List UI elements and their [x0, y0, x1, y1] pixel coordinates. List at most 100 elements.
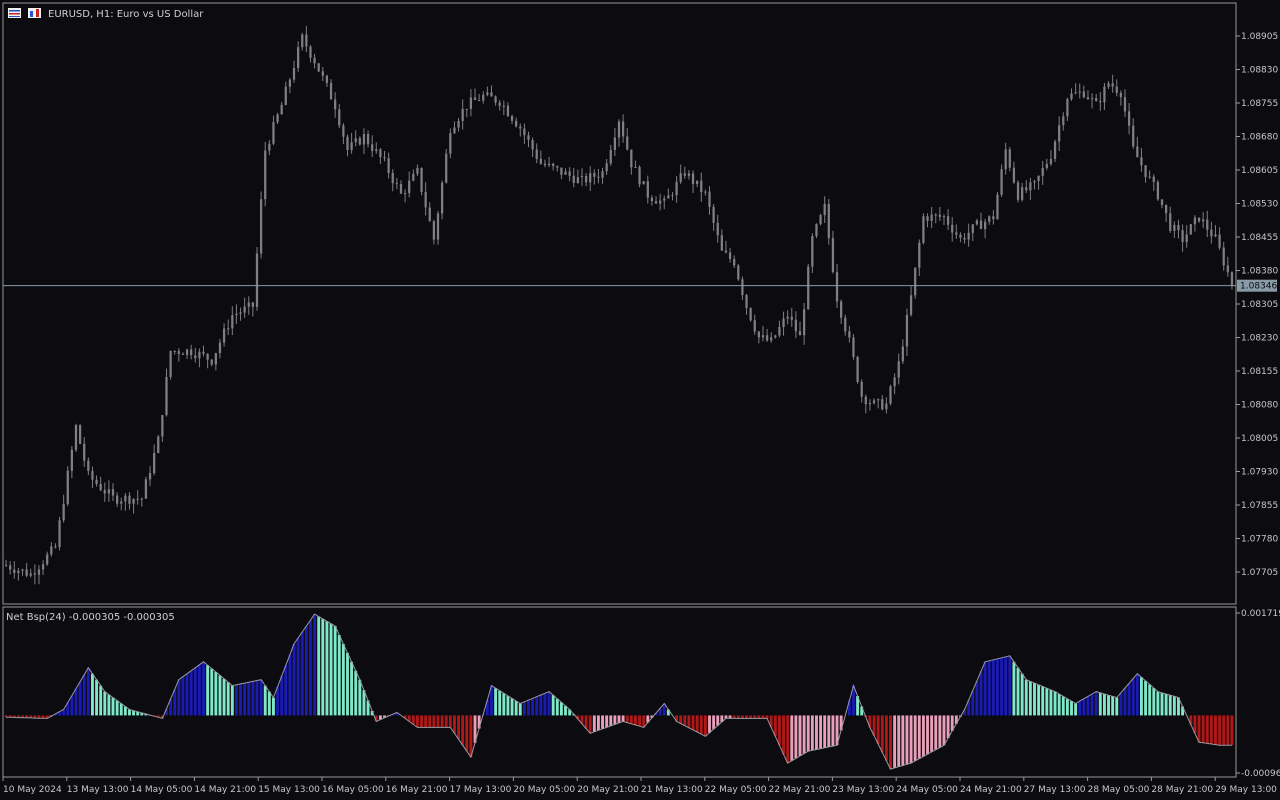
candle-body	[626, 136, 629, 150]
price-tick-label: 1.08680	[1241, 133, 1278, 143]
candle-body	[70, 449, 74, 471]
candle-body	[1086, 97, 1090, 99]
candle-body	[1210, 229, 1213, 237]
candle-body	[1062, 116, 1065, 126]
candle-body	[844, 317, 847, 332]
candle-body	[190, 349, 193, 356]
candle-body	[733, 258, 736, 266]
price-tick-label: 1.08230	[1241, 334, 1278, 344]
candle-body	[478, 99, 481, 101]
candle-body	[720, 235, 723, 251]
candle-body	[1181, 230, 1184, 242]
candle-body	[288, 79, 292, 87]
candle-body	[506, 105, 510, 117]
candle-body	[889, 386, 892, 404]
candle-body	[807, 266, 810, 310]
candle-body	[313, 57, 316, 64]
time-tick-label: 27 May 13:00	[1024, 785, 1086, 795]
candle-body	[292, 68, 296, 80]
candle-body	[25, 569, 28, 576]
candle-body	[774, 335, 777, 338]
candle-body	[128, 495, 131, 504]
time-tick-label: 28 May 05:00	[1088, 785, 1150, 795]
time-tick-label: 10 May 2024	[3, 785, 62, 795]
candle-body	[617, 121, 621, 138]
candle-body	[115, 495, 119, 504]
candle-body	[938, 214, 942, 217]
candle-body	[1070, 93, 1073, 100]
candle-body	[1049, 158, 1053, 164]
candle-body	[605, 163, 608, 172]
candle-body	[136, 498, 139, 500]
candle-body	[877, 399, 880, 401]
candle-body	[790, 316, 793, 320]
candle-body	[301, 34, 304, 48]
chart-properties-icon[interactable]	[8, 8, 21, 18]
candle-body	[761, 335, 765, 338]
price-tick-label: 1.08830	[1241, 66, 1278, 76]
candle-body	[893, 377, 896, 387]
candle-body	[1214, 234, 1217, 237]
candle-body	[1008, 149, 1011, 168]
candle-body	[1025, 187, 1028, 191]
candle-body	[576, 177, 579, 183]
candle-body	[222, 328, 226, 343]
candle-body	[802, 309, 806, 336]
candle-body	[124, 495, 127, 502]
indicator-title: Net Bsp(24) -0.000305 -0.000305	[6, 612, 175, 623]
candle-body	[231, 315, 234, 329]
candle-body	[568, 171, 571, 176]
candle-body	[572, 175, 575, 183]
candle-body	[1230, 272, 1234, 286]
candle-body	[1189, 224, 1192, 235]
candle-body	[642, 181, 645, 185]
candle-body	[379, 149, 382, 157]
candle-body	[457, 120, 460, 128]
candle-body	[103, 490, 106, 494]
candle-body	[424, 191, 427, 208]
candle-body	[1066, 99, 1069, 117]
candle-body	[967, 232, 970, 240]
candle-body	[609, 150, 612, 164]
candle-body	[91, 470, 94, 480]
candle-body	[1053, 141, 1057, 159]
candle-body	[329, 82, 333, 100]
candle-body	[1156, 181, 1160, 200]
indicator-tick-label: 0.001719	[1241, 609, 1280, 619]
candle-body	[469, 97, 473, 109]
candle-body	[50, 546, 53, 555]
candle-body	[749, 308, 752, 321]
candle-body	[1029, 182, 1032, 191]
candle-body	[1132, 125, 1135, 147]
candle-body	[543, 163, 547, 166]
candle-body	[1058, 125, 1061, 142]
candle-body	[745, 295, 748, 309]
candle-body	[354, 138, 357, 143]
candle-body	[1173, 224, 1176, 231]
candle-body	[120, 501, 123, 504]
candle-body	[358, 138, 361, 145]
candle-body	[564, 171, 567, 175]
candle-body	[309, 46, 312, 58]
candle-body	[946, 216, 950, 225]
time-tick-label: 23 May 13:00	[832, 785, 894, 795]
candle-body	[979, 220, 983, 230]
candle-body	[1082, 91, 1085, 98]
candle-body	[148, 473, 152, 480]
candle-body	[346, 136, 349, 150]
candle-body	[1218, 234, 1221, 248]
one-click-trading-icon[interactable]	[28, 8, 41, 18]
candle-body	[391, 172, 394, 184]
candle-body	[996, 194, 999, 220]
price-tick-label: 1.08605	[1241, 166, 1278, 176]
candle-body	[436, 213, 440, 240]
candle-body	[432, 221, 436, 240]
candle-body	[868, 403, 872, 405]
candle-body	[498, 102, 501, 106]
candle-body	[552, 163, 555, 167]
candle-body	[403, 192, 407, 194]
candle-body	[724, 250, 728, 253]
candle-body	[449, 133, 452, 154]
candle-body	[704, 191, 707, 193]
candle-body	[165, 376, 168, 416]
